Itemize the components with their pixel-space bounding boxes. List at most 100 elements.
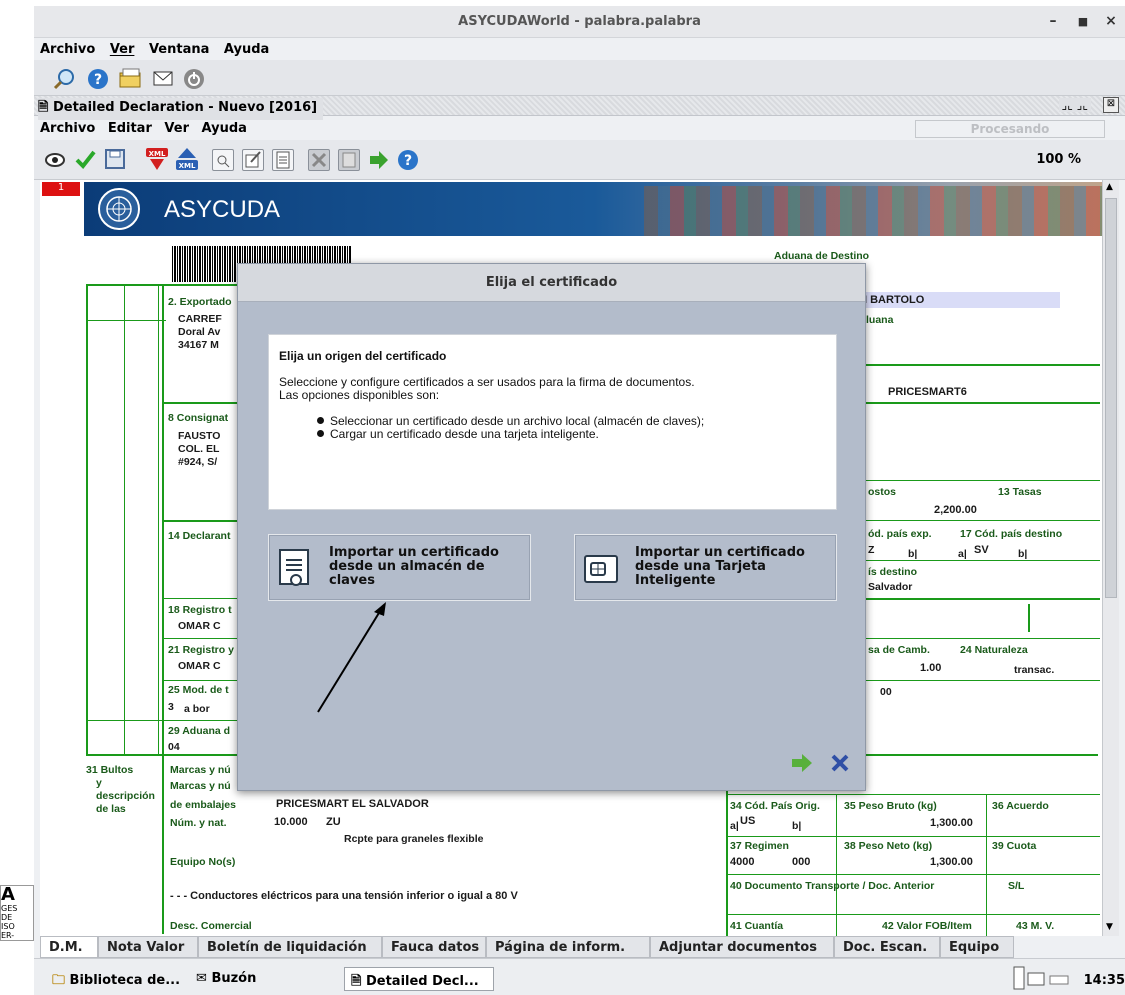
maximize-button[interactable]: ■ — [1075, 15, 1091, 28]
task-label: Buzón — [211, 971, 257, 986]
grid-line — [726, 836, 1100, 837]
help-icon-2[interactable]: ? — [396, 148, 420, 172]
tab-dm[interactable]: D.M. — [40, 936, 98, 958]
main-toolbar: ? — [34, 60, 1125, 96]
badge-line: GES — [1, 904, 18, 913]
task-buzon[interactable]: ✉ Buzón — [190, 967, 262, 991]
field-26-value: 00 — [880, 686, 892, 698]
edit-document-icon[interactable] — [242, 149, 264, 171]
peso-bruto-value: 1,300.00 — [930, 817, 973, 829]
forward-arrow-icon[interactable] — [368, 149, 390, 171]
exporter-line-2: Doral Av — [178, 326, 221, 338]
window-title: ASYCUDAWorld - palabra.palabra — [458, 14, 701, 29]
inner-close-icon[interactable]: ⊠ — [1103, 97, 1119, 113]
zoom-level: 100 % — [1036, 152, 1081, 167]
field-25-label: 25 Mod. de t — [168, 684, 229, 696]
num-bultos-value: 10.000 — [274, 816, 308, 828]
menu-archivo[interactable]: Archivo — [40, 42, 95, 57]
search-icon[interactable] — [52, 67, 76, 91]
folder-icon: 🗀 — [52, 973, 66, 988]
scroll-down-icon[interactable]: ▼ — [1106, 922, 1113, 932]
power-icon[interactable] — [182, 67, 206, 91]
menu-ver[interactable]: Ver — [110, 42, 135, 57]
inner-menu-archivo[interactable]: Archivo — [40, 121, 95, 136]
zoom-document-icon[interactable] — [212, 149, 234, 171]
grid-line — [86, 320, 166, 321]
field-40-label: 40 Documento Transporte / Doc. Anterior — [730, 880, 935, 892]
mail-icon[interactable] — [152, 69, 176, 89]
menu-ayuda[interactable]: Ayuda — [224, 42, 269, 57]
task-detailed-declaration[interactable]: 🗎 Detailed Decl... — [344, 967, 494, 991]
vertical-scrollbar[interactable]: ▲ ▼ — [1102, 180, 1119, 936]
grid-line — [158, 284, 159, 754]
dest-country-a-mark: a| — [958, 548, 967, 560]
inner-menu-ayuda[interactable]: Ayuda — [202, 121, 247, 136]
print-preview-icon[interactable] — [338, 149, 360, 171]
scroll-up-icon[interactable]: ▲ — [1106, 182, 1113, 192]
grid-line — [726, 794, 1100, 795]
tab-fauca[interactable]: Fauca datos — [382, 936, 486, 958]
restore-icons[interactable]: ⌟⌞ ⌟⌞ — [1058, 98, 1091, 112]
task-label: Detailed Decl... — [365, 974, 479, 989]
clock: 14:35 — [1083, 973, 1125, 988]
tab-pagina-inform[interactable]: Página de inform. — [486, 936, 650, 958]
taskbar: 🗀 Biblioteca de... ✉ Buzón 🗎 Detailed De… — [34, 958, 1125, 995]
import-smartcard-label: Importar un certificado desde una Tarjet… — [635, 545, 805, 588]
pais-destino-value: Salvador — [868, 581, 913, 593]
inner-menu-ver[interactable]: Ver — [164, 121, 189, 136]
task-label: Biblioteca de... — [69, 973, 181, 988]
embalaje-desc-value: Rcpte para graneles flexible — [344, 833, 484, 845]
delete-icon[interactable] — [308, 149, 330, 171]
document-icon: 🗎 — [38, 100, 49, 115]
close-button[interactable]: × — [1103, 13, 1119, 29]
field-31-label: 31 Bultos — [86, 764, 134, 776]
field-34-label: 34 Cód. País Orig. — [730, 800, 820, 812]
document-icon[interactable] — [272, 149, 294, 171]
tab-adjuntar[interactable]: Adjuntar documentos — [650, 936, 834, 958]
iso-badge: A GES DE ISO ER- — [0, 885, 34, 941]
field-18-value: OMAR C — [178, 620, 221, 632]
page-indicator[interactable]: 1 — [42, 182, 80, 196]
help-icon[interactable]: ? — [86, 67, 110, 91]
asycuda-banner: ASYCUDA — [84, 182, 1102, 236]
tasa-cambio-value: 1.00 — [920, 662, 942, 674]
save-icon[interactable] — [104, 148, 126, 170]
field-36-label: 36 Acuerdo — [992, 800, 1049, 812]
inner-window-title: Detailed Declaration - Nuevo [2016] — [52, 100, 318, 115]
field-13-label: 13 Tasas — [998, 486, 1042, 498]
field-34-b-mark: b| — [792, 820, 802, 832]
task-biblioteca[interactable]: 🗀 Biblioteca de... — [46, 967, 186, 991]
minimize-button[interactable]: – — [1045, 13, 1061, 29]
dialog-bullet-2: Cargar un certificado desde una tarjeta … — [317, 428, 599, 441]
xml-export-icon[interactable]: XML — [144, 146, 170, 172]
field-21-label: 21 Registro y — [168, 644, 234, 656]
import-keystore-button[interactable]: Importar un certificado desde un almacén… — [268, 534, 531, 601]
main-menu-bar: Archivo Ver Ventana Ayuda — [34, 38, 1125, 60]
dialog-cancel-button[interactable] — [828, 752, 852, 774]
import-smartcard-button[interactable]: Importar un certificado desde una Tarjet… — [574, 534, 837, 601]
view-icon[interactable] — [44, 150, 66, 170]
scroll-thumb[interactable] — [1105, 198, 1117, 598]
xml-import-icon[interactable]: XML — [174, 146, 200, 172]
badge-line: ER- — [1, 931, 15, 940]
grid-line — [860, 638, 1100, 639]
marcas-value: PRICESMART EL SALVADOR — [276, 798, 429, 810]
verify-check-icon[interactable] — [74, 148, 96, 170]
consignee-line-3: #924, S/ — [178, 456, 218, 468]
regimen-sub-value: 000 — [792, 856, 811, 868]
menu-ventana[interactable]: Ventana — [149, 42, 209, 57]
tab-equipo[interactable]: Equipo — [940, 936, 1014, 958]
inner-menu-editar[interactable]: Editar — [108, 121, 152, 136]
consignee-line-1: FAUSTO — [178, 430, 221, 442]
status-field: Procesando — [915, 120, 1105, 138]
tab-boletin[interactable]: Boletín de liquidación — [198, 936, 382, 958]
tab-doc-escan[interactable]: Doc. Escan. — [834, 936, 940, 958]
field-31-de-las: de las — [96, 803, 126, 815]
folder-icon[interactable] — [118, 67, 144, 91]
tab-nota-valor[interactable]: Nota Valor — [98, 936, 198, 958]
system-tray-icons[interactable] — [1012, 965, 1072, 991]
certificate-icon — [277, 548, 313, 590]
field-25-value: a bor — [184, 703, 210, 715]
field-43-label: 43 M. V. — [1016, 920, 1055, 932]
dialog-next-button[interactable] — [790, 752, 814, 774]
